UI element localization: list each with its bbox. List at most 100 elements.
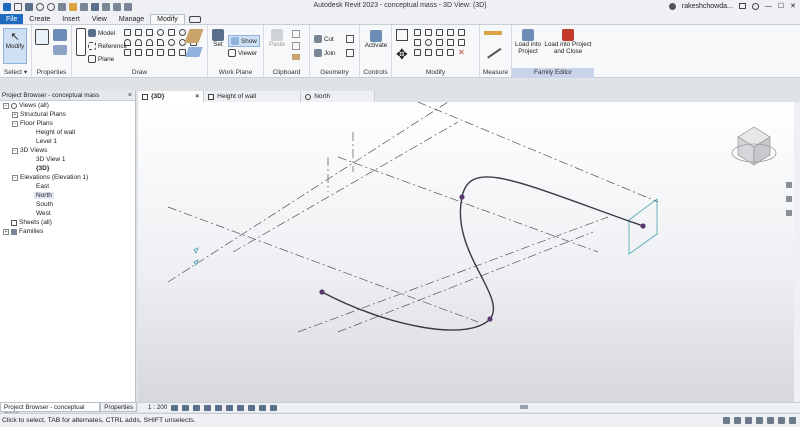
switch-windows-icon[interactable] xyxy=(124,3,132,11)
polygon-icon[interactable] xyxy=(146,29,153,36)
save-icon[interactable] xyxy=(25,3,33,11)
expand-toggle-icon[interactable]: + xyxy=(12,111,18,118)
steering-wheel-icon[interactable] xyxy=(786,182,792,188)
arc-center-icon[interactable] xyxy=(135,39,142,46)
load-into-project-close-button[interactable]: Load into Project and Close xyxy=(542,29,594,55)
pick-model-icon[interactable] xyxy=(135,49,142,56)
user-icon[interactable] xyxy=(668,2,676,10)
tab-insert[interactable]: Insert xyxy=(56,14,86,24)
tab-modify[interactable]: Modify xyxy=(150,14,185,24)
rendering-icon[interactable] xyxy=(215,404,223,411)
tab-close-icon[interactable]: × xyxy=(195,93,199,100)
visual-style-icon[interactable] xyxy=(182,404,190,411)
scale-value[interactable]: 1 : 200 xyxy=(148,404,167,411)
cut-button[interactable]: Cut xyxy=(314,35,334,43)
spline-through-points-icon[interactable] xyxy=(157,49,164,56)
tree-item-structural-plans[interactable]: + Structural Plans xyxy=(12,111,66,118)
close-hidden-icon[interactable] xyxy=(113,3,121,11)
tab-create[interactable]: Create xyxy=(23,14,56,24)
minimize-icon[interactable]: — xyxy=(765,3,772,10)
worksets-icon[interactable] xyxy=(723,417,730,424)
help-icon[interactable] xyxy=(751,2,759,10)
select-underlay-icon[interactable] xyxy=(745,417,752,424)
show-crop-icon[interactable] xyxy=(237,404,245,411)
shadows-icon[interactable] xyxy=(204,404,212,411)
pin-icon[interactable] xyxy=(458,29,465,36)
partial-ellipse-icon[interactable] xyxy=(168,39,175,46)
tab-view[interactable]: View xyxy=(86,14,113,24)
viewcube[interactable] xyxy=(731,126,777,166)
cut-clipboard-icon[interactable] xyxy=(292,42,300,50)
align-icon[interactable] xyxy=(396,29,408,41)
tree-item-floor-plans[interactable]: − Floor Plans xyxy=(12,120,53,127)
vertical-scrollbar[interactable] xyxy=(794,102,800,402)
split-face-icon[interactable] xyxy=(346,35,354,43)
tab-properties[interactable]: Properties xyxy=(100,402,137,412)
zoom-icon[interactable] xyxy=(786,196,792,202)
lock-view-icon[interactable] xyxy=(248,404,256,411)
boundary-icon[interactable] xyxy=(168,49,175,56)
plane-button[interactable]: Plane xyxy=(88,55,114,63)
spline-curve[interactable] xyxy=(321,176,644,331)
tree-item-elevations[interactable]: − Elevations (Elevation 1) xyxy=(12,174,88,181)
measure-icon[interactable] xyxy=(69,3,77,11)
spline-point[interactable] xyxy=(459,194,465,200)
tree-item-east[interactable]: East xyxy=(36,183,49,190)
inscribed-polygon-icon[interactable] xyxy=(168,29,175,36)
filter-icon[interactable] xyxy=(789,417,796,424)
tangent-arc-icon[interactable] xyxy=(146,39,153,46)
text-icon[interactable] xyxy=(80,3,88,11)
level-marker[interactable] xyxy=(193,259,199,266)
collapse-toggle-icon[interactable]: − xyxy=(12,147,18,154)
tree-item-3d-default[interactable]: {3D} xyxy=(36,165,49,172)
close-icon[interactable]: ✕ xyxy=(790,2,796,10)
expand-toggle-icon[interactable]: + xyxy=(3,228,9,235)
model-canvas[interactable] xyxy=(138,102,794,402)
copy-modify-icon[interactable] xyxy=(414,39,421,46)
section-icon[interactable] xyxy=(102,3,110,11)
rectangle-icon[interactable] xyxy=(135,29,142,36)
tree-item-south[interactable]: South xyxy=(36,201,53,208)
match-type-icon[interactable] xyxy=(292,54,300,60)
detail-level-icon[interactable] xyxy=(171,404,179,411)
activate-button[interactable]: Activate xyxy=(363,30,389,49)
open-icon[interactable] xyxy=(14,3,22,11)
scale-icon[interactable] xyxy=(458,39,465,46)
trim-single-icon[interactable] xyxy=(425,49,432,56)
tree-item-level-1[interactable]: Level 1 xyxy=(36,138,57,145)
horizontal-scroll-thumb[interactable] xyxy=(520,405,528,409)
copy-icon[interactable] xyxy=(292,30,300,38)
paste-button[interactable]: Paste xyxy=(268,29,286,48)
set-button[interactable]: Set xyxy=(211,29,225,48)
tab-manage[interactable]: Manage xyxy=(113,14,150,24)
level-marker[interactable] xyxy=(193,247,199,254)
spline-point[interactable] xyxy=(319,289,325,295)
unpin-icon[interactable] xyxy=(414,49,421,56)
tree-item-sheets[interactable]: Sheets (all) xyxy=(3,219,52,226)
tab-file[interactable]: File xyxy=(0,14,24,24)
spline-point[interactable] xyxy=(640,223,646,229)
viewer-button[interactable]: Viewer xyxy=(228,49,257,57)
view-tab-3d[interactable]: {3D} × xyxy=(138,91,205,102)
view-tab-height-of-wall[interactable]: Height of wall xyxy=(204,91,302,102)
circle-icon[interactable] xyxy=(157,29,164,36)
rotate-icon[interactable] xyxy=(425,39,432,46)
collapse-toggle-icon[interactable]: − xyxy=(12,120,18,127)
reveal-hidden-icon[interactable] xyxy=(270,404,278,411)
arc-start-end-icon[interactable] xyxy=(124,39,131,46)
print-icon[interactable] xyxy=(58,3,66,11)
pick-faces-icon[interactable] xyxy=(124,49,131,56)
tab-project-browser[interactable]: Project Browser - conceptual mass xyxy=(0,402,101,418)
model-button[interactable]: Model xyxy=(88,29,115,37)
collapse-toggle-icon[interactable]: − xyxy=(3,102,9,109)
trim-multiple-icon[interactable] xyxy=(436,49,443,56)
tree-item-height-of-wall[interactable]: Height of wall xyxy=(36,129,75,136)
browser-close-icon[interactable]: × xyxy=(128,92,132,99)
dimension-icon[interactable] xyxy=(482,41,502,59)
family-types-icon[interactable] xyxy=(53,29,67,41)
move-icon[interactable]: ✥ xyxy=(396,47,408,61)
ribbon-options-dropdown[interactable] xyxy=(185,14,205,24)
view-tab-north[interactable]: North xyxy=(301,91,376,102)
fillet-arc-icon[interactable] xyxy=(157,39,164,46)
select-links-icon[interactable] xyxy=(734,417,741,424)
